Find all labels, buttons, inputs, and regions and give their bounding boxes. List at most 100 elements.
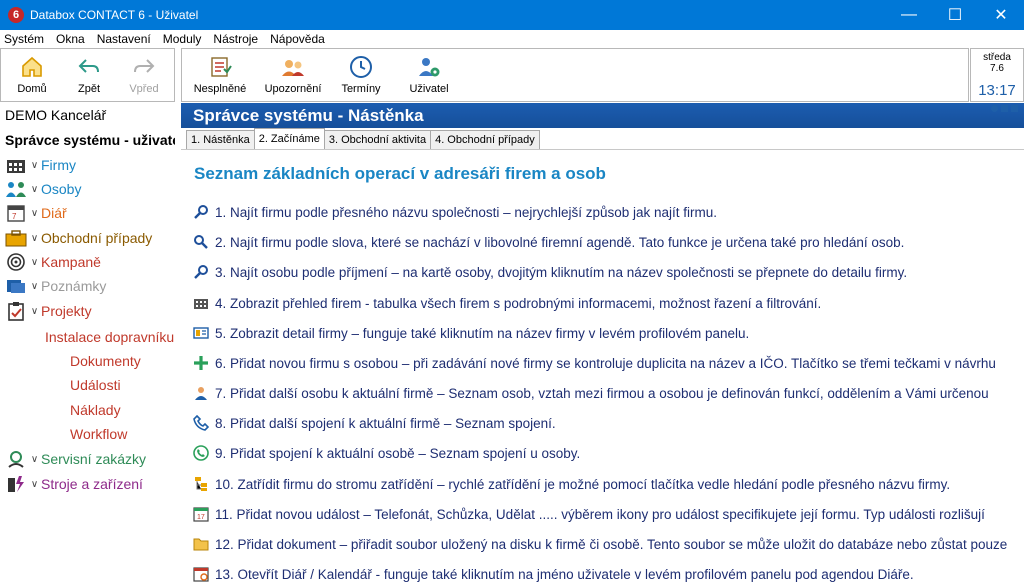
- operation-text[interactable]: 9. Přidat spojení k aktuální osobě – Sez…: [215, 446, 580, 461]
- phone-circle-icon: [193, 445, 215, 461]
- operation-text[interactable]: 1. Najít firmu podle přesného názvu spol…: [215, 205, 717, 220]
- operation-text[interactable]: 3. Najít osobu podle příjmení – na kartě…: [215, 265, 907, 280]
- unfinished-button[interactable]: Nesplněné: [182, 49, 258, 101]
- operation-text[interactable]: 11. Přidat novou událost – Telefonát, Sc…: [215, 507, 985, 522]
- user-name[interactable]: Správce systému - uživatel: [5, 132, 175, 148]
- operation-row[interactable]: 10. Zatřídit firmu do stromu zatřídění –…: [193, 474, 1024, 494]
- operation-text[interactable]: 10. Zatřídit firmu do stromu zatřídění –…: [215, 477, 950, 492]
- sidebar-item-service-orders[interactable]: ∨ Servisní zakázky: [4, 448, 146, 470]
- operation-row[interactable]: 13. Otevřít Diář / Kalendář - funguje ta…: [193, 564, 1024, 584]
- project-child-events[interactable]: Události: [70, 377, 121, 393]
- operation-row[interactable]: 3. Najít osobu podle příjmení – na kartě…: [193, 262, 1024, 282]
- pin-icon[interactable]: [1001, 105, 1008, 112]
- sidebar-item-diary[interactable]: 7 ∨ Diář: [4, 202, 67, 224]
- forward-button[interactable]: Vpřed: [115, 49, 173, 101]
- sidebar-item-notes[interactable]: ∨ Poznámky: [4, 275, 106, 297]
- building-table-icon: [193, 296, 215, 310]
- operation-row[interactable]: 2. Najít firmu podle slova, které se nac…: [193, 232, 1024, 252]
- sidebar-item-projects[interactable]: ∨ Projekty: [4, 300, 92, 322]
- operation-text[interactable]: 5. Zobrazit detail firmy – funguje také …: [215, 326, 749, 341]
- tab-business-activity[interactable]: 3. Obchodní aktivita: [323, 130, 432, 149]
- version: 7.6: [990, 63, 1004, 74]
- main-toolbar: Nesplněné Upozornění Termíny Uživatel: [181, 48, 969, 102]
- tab-dashboard[interactable]: 1. Nástěnka: [186, 130, 255, 149]
- dashboard-content: Správce systému - Nástěnka 1. Nástěnka 2…: [181, 103, 1024, 586]
- operation-row[interactable]: 4. Zobrazit přehled firem - tabulka všec…: [193, 293, 1024, 313]
- sidebar-item-business-cases[interactable]: ∨ Obchodní případy: [4, 227, 152, 249]
- home-label: Domů: [17, 83, 47, 95]
- current-time: 13:17: [978, 82, 1016, 99]
- forward-arrow-icon: [132, 53, 156, 81]
- operation-row[interactable]: 5. Zobrazit detail firmy – funguje také …: [193, 323, 1024, 343]
- menu-system[interactable]: Systém: [4, 32, 44, 46]
- warning-people-icon: [280, 53, 306, 81]
- title-bar: 6 Databox CONTACT 6 - Uživatel — ☐ ✕: [0, 0, 1024, 30]
- sidebar-item-campaigns[interactable]: ∨ Kampaně: [4, 251, 101, 273]
- project-child-workflow[interactable]: Workflow: [70, 426, 127, 442]
- operation-text[interactable]: 4. Zobrazit přehled firem - tabulka všec…: [215, 296, 821, 311]
- notifications-button[interactable]: Upozornění: [258, 49, 328, 101]
- organization-name[interactable]: DEMO Kancelář: [5, 107, 106, 123]
- menu-settings[interactable]: Nastavení: [97, 32, 151, 46]
- content-header: Správce systému - Nástěnka: [181, 103, 1024, 128]
- svg-text:17: 17: [197, 514, 205, 521]
- sidebar-item-label: Servisní zakázky: [41, 451, 147, 467]
- close-button[interactable]: ✕: [978, 0, 1024, 30]
- chevron-down-icon[interactable]: ∨: [28, 479, 41, 490]
- menu-modules[interactable]: Moduly: [163, 32, 202, 46]
- search-icon: [193, 264, 215, 280]
- chevron-down-icon[interactable]: ∨: [28, 257, 41, 268]
- chevron-down-icon[interactable]: ∨: [28, 306, 41, 317]
- home-button[interactable]: Domů: [1, 49, 63, 101]
- menu-help[interactable]: Nápověda: [270, 32, 325, 46]
- operation-text[interactable]: 8. Přidat další spojení k aktuální firmě…: [215, 416, 556, 431]
- sidebar-item-machines[interactable]: ∨ Stroje a zařízení: [4, 473, 143, 495]
- operation-text[interactable]: 7. Přidat další osobu k aktuální firmě –…: [215, 386, 989, 401]
- chevron-down-icon[interactable]: ∨: [28, 160, 41, 171]
- chevron-down-icon[interactable]: ∨: [28, 281, 41, 292]
- operation-row[interactable]: 17 11. Přidat novou událost – Telefonát,…: [193, 504, 1024, 524]
- minimize-button[interactable]: —: [886, 0, 932, 30]
- back-button[interactable]: Zpět: [63, 49, 115, 101]
- deadlines-button[interactable]: Termíny: [328, 49, 394, 101]
- operation-text[interactable]: 12. Přidat dokument – přiřadit soubor ul…: [215, 537, 1007, 552]
- operation-row[interactable]: 9. Přidat spojení k aktuální osobě – Sez…: [193, 443, 1024, 463]
- sidebar-item-companies[interactable]: ∨ Firmy: [4, 154, 76, 176]
- operation-row[interactable]: 8. Přidat další spojení k aktuální firmě…: [193, 413, 1024, 433]
- tab-business-cases[interactable]: 4. Obchodní případy: [430, 130, 540, 149]
- close-pane-icon[interactable]: [1011, 105, 1018, 112]
- target-icon: [4, 251, 28, 273]
- menu-windows[interactable]: Okna: [56, 32, 85, 46]
- notifications-label: Upozornění: [264, 83, 322, 95]
- operation-row[interactable]: 12. Přidat dokument – přiřadit soubor ul…: [193, 534, 1024, 554]
- project-name[interactable]: Instalace dopravníku: [45, 329, 174, 345]
- sidebar-item-persons[interactable]: ∨ Osoby: [4, 178, 81, 200]
- operation-row[interactable]: 1. Najít firmu podle přesného názvu spol…: [193, 202, 1024, 222]
- tab-getting-started[interactable]: 2. Začínáme: [253, 128, 325, 149]
- sidebar-item-label: Poznámky: [41, 278, 107, 294]
- svg-text:7: 7: [12, 212, 17, 221]
- sidebar-item-label: Kampaně: [41, 254, 101, 270]
- operation-text[interactable]: 2. Najít firmu podle slova, které se nac…: [215, 235, 904, 250]
- app-logo-icon: 6: [8, 7, 24, 23]
- service-icon: [4, 448, 28, 470]
- calendar-icon: 7: [4, 202, 28, 224]
- checklist-icon: [208, 53, 232, 81]
- chevron-down-icon[interactable]: ∨: [28, 208, 41, 219]
- user-button[interactable]: Uživatel: [394, 49, 464, 101]
- chevron-down-icon[interactable]: ∨: [28, 454, 41, 465]
- operation-text[interactable]: 13. Otevřít Diář / Kalendář - funguje ta…: [215, 567, 914, 582]
- maximize-button[interactable]: ☐: [932, 0, 978, 30]
- search-icon: [193, 204, 215, 220]
- sidebar-item-label: Projekty: [41, 303, 92, 319]
- weekday: středa: [983, 52, 1011, 63]
- operation-row[interactable]: 6. Přidat novou firmu s osobou – při zad…: [193, 353, 1024, 373]
- project-child-documents[interactable]: Dokumenty: [70, 353, 141, 369]
- info-icon[interactable]: [991, 105, 998, 112]
- operation-text[interactable]: 6. Přidat novou firmu s osobou – při zad…: [215, 356, 996, 371]
- project-child-costs[interactable]: Náklady: [70, 402, 121, 418]
- menu-tools[interactable]: Nástroje: [213, 32, 258, 46]
- chevron-down-icon[interactable]: ∨: [28, 184, 41, 195]
- chevron-down-icon[interactable]: ∨: [28, 233, 41, 244]
- operation-row[interactable]: 7. Přidat další osobu k aktuální firmě –…: [193, 383, 1024, 403]
